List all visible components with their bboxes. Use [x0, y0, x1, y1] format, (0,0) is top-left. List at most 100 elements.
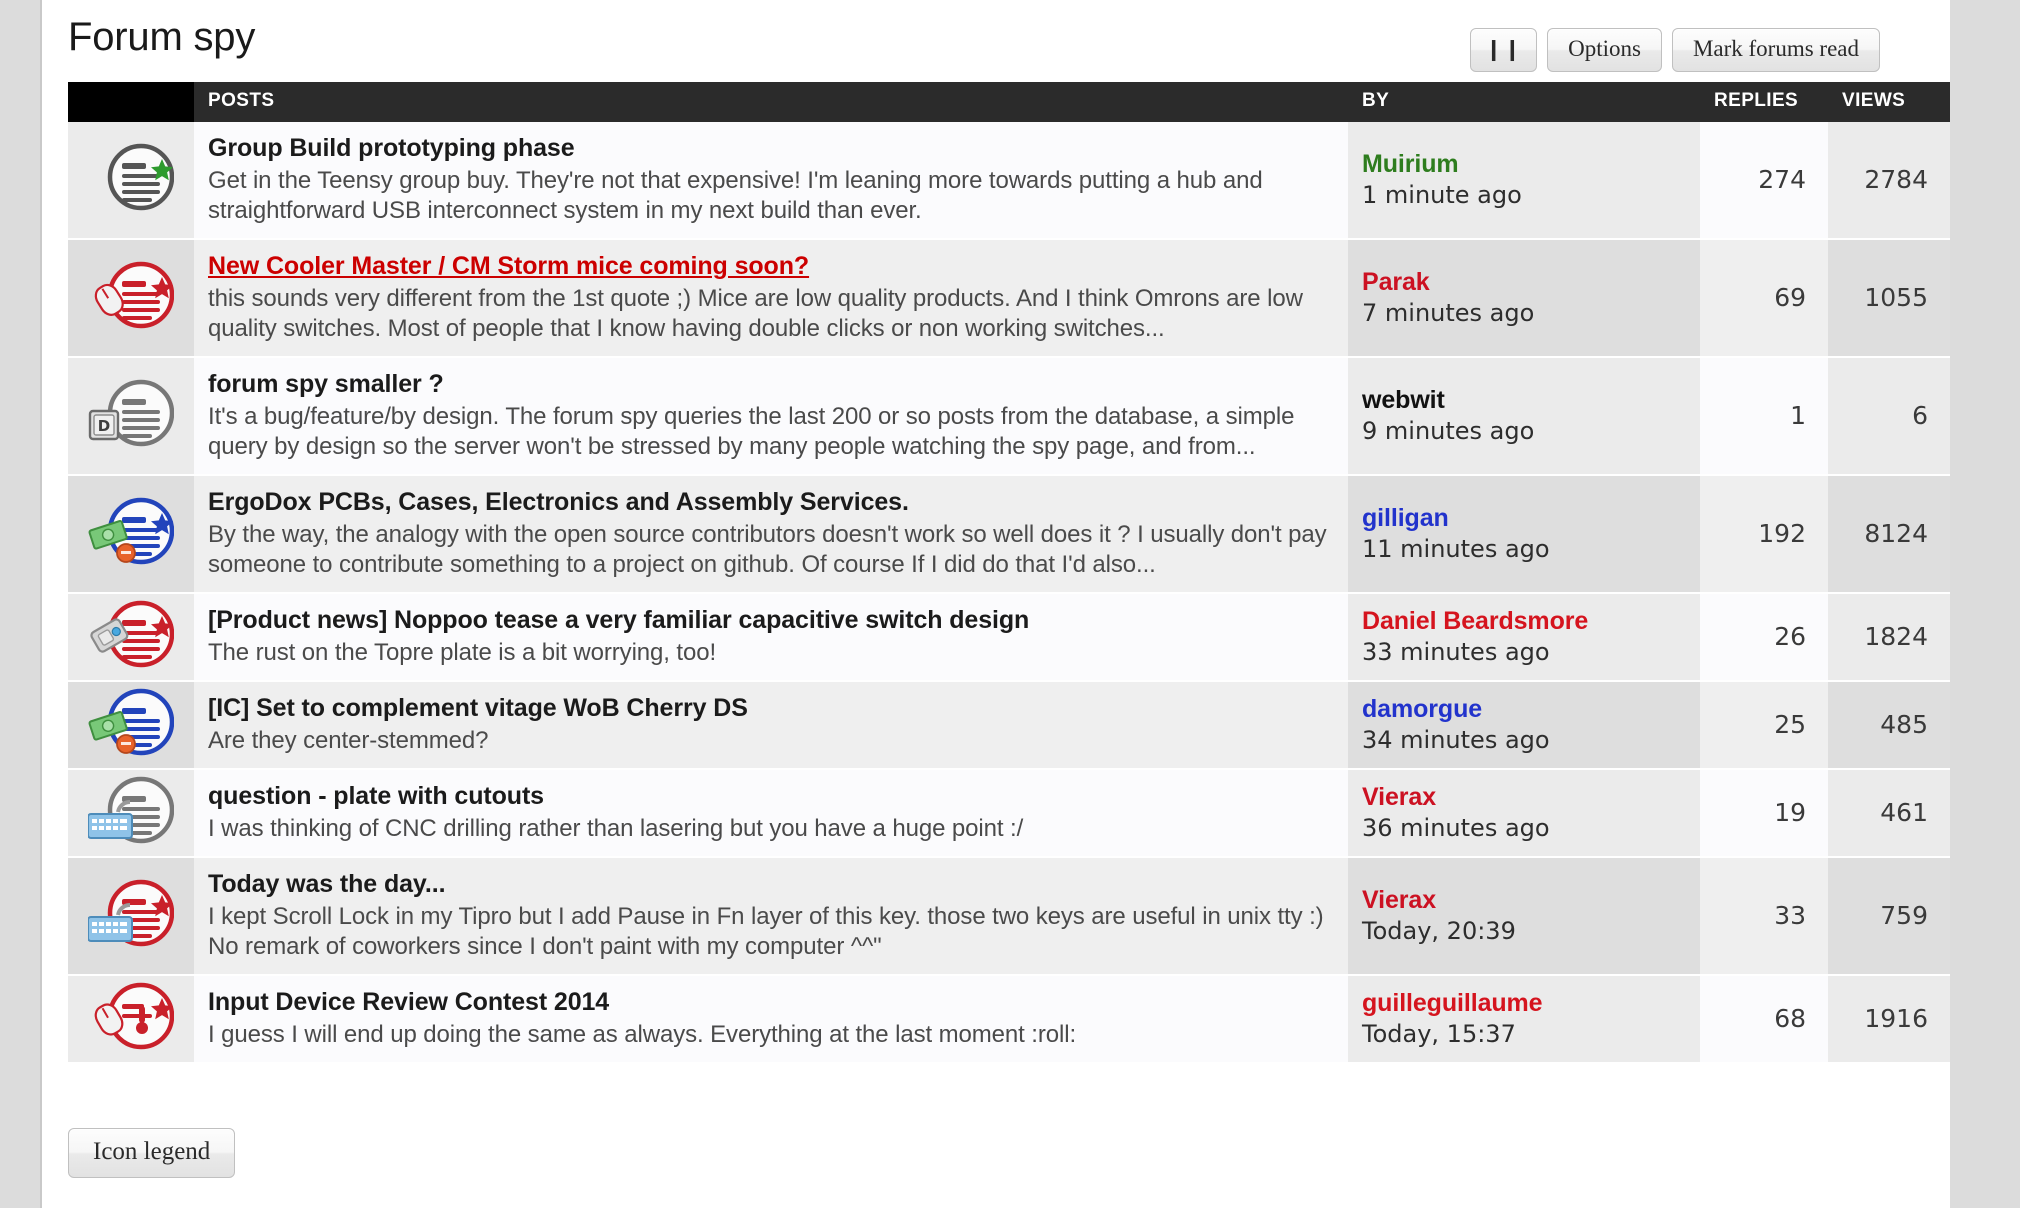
table-row[interactable]: Group Build prototyping phase Get in the… — [68, 122, 1950, 240]
author-name-link[interactable]: Vierax — [1362, 884, 1686, 916]
table-body: Group Build prototyping phase Get in the… — [68, 122, 1950, 1064]
post-timestamp: 36 minutes ago — [1362, 814, 1550, 842]
icon-legend-button[interactable]: Icon legend — [68, 1128, 236, 1178]
post-title-link[interactable]: [IC] Set to complement vitage WoB Cherry… — [208, 692, 748, 724]
row-post-cell: Input Device Review Contest 2014 I guess… — [194, 975, 1348, 1064]
row-icon-cell — [68, 769, 194, 858]
row-replies-cell: 26 — [1700, 593, 1828, 682]
table-row[interactable]: New Cooler Master / CM Storm mice coming… — [68, 239, 1950, 358]
row-icon-wrap[interactable] — [68, 873, 194, 959]
row-icon-wrap[interactable]: D — [68, 373, 194, 459]
row-icon-wrap[interactable] — [68, 682, 194, 768]
row-post-cell: Today was the day... I kept Scroll Lock … — [194, 857, 1348, 976]
post-snippet: I kept Scroll Lock in my Tipro but I add… — [208, 903, 1324, 960]
row-author-cell: damorgue 34 minutes ago — [1348, 681, 1700, 770]
table-header: POSTS BY REPLIES VIEWS — [68, 82, 1950, 122]
forum-spy-page: Forum spy ❙❙ Options Mark forums read PO… — [0, 0, 2020, 1208]
author-name-link[interactable]: damorgue — [1362, 693, 1686, 725]
post-timestamp: 9 minutes ago — [1362, 417, 1535, 445]
author-name-link[interactable]: Parak — [1362, 266, 1686, 298]
row-author-cell: webwit 9 minutes ago — [1348, 357, 1700, 476]
row-icon-cell — [68, 593, 194, 682]
table-row[interactable]: Input Device Review Contest 2014 I guess… — [68, 975, 1950, 1064]
author-name-link[interactable]: Muirium — [1362, 148, 1686, 180]
row-views-cell: 8124 — [1828, 475, 1950, 594]
row-icon-wrap[interactable] — [68, 976, 194, 1062]
table-row[interactable]: question - plate with cutouts I was thin… — [68, 769, 1950, 858]
row-replies-cell: 274 — [1700, 122, 1828, 240]
post-snippet: The rust on the Topre plate is a bit wor… — [208, 639, 717, 666]
author-name-link[interactable]: webwit — [1362, 384, 1686, 416]
row-replies-cell: 1 — [1700, 357, 1828, 476]
row-icon-cell — [68, 475, 194, 594]
post-snippet: I was thinking of CNC drilling rather th… — [208, 815, 1024, 842]
row-post-cell: [Product news] Noppoo tease a very famil… — [194, 593, 1348, 682]
post-timestamp: Today, 20:39 — [1362, 917, 1516, 945]
forum-spy-table: POSTS BY REPLIES VIEWS Group Build proto… — [68, 82, 1950, 1064]
row-icon-wrap[interactable] — [68, 491, 194, 577]
post-snippet: I guess I will end up doing the same as … — [208, 1021, 1077, 1048]
post-title-link[interactable]: forum spy smaller ? — [208, 368, 444, 400]
row-icon-wrap[interactable] — [68, 770, 194, 856]
magnifier-doc-star-red-mouse-icon — [94, 261, 174, 329]
post-title-link[interactable]: Input Device Review Contest 2014 — [208, 986, 609, 1018]
row-author-cell: gilligan 11 minutes ago — [1348, 475, 1700, 594]
author-name-link[interactable]: Daniel Beardsmore — [1362, 605, 1686, 637]
post-title-link[interactable]: question - plate with cutouts — [208, 780, 544, 812]
row-icon-cell — [68, 857, 194, 976]
mark-forums-read-button[interactable]: Mark forums read — [1671, 28, 1880, 72]
table-row[interactable]: ErgoDox PCBs, Cases, Electronics and Ass… — [68, 475, 1950, 594]
row-icon-cell — [68, 122, 194, 240]
row-replies-cell: 192 — [1700, 475, 1828, 594]
row-replies-cell: 69 — [1700, 239, 1828, 358]
table-row[interactable]: [Product news] Noppoo tease a very famil… — [68, 593, 1950, 682]
column-header-icon — [68, 82, 194, 122]
row-views-cell: 2784 — [1828, 122, 1950, 240]
post-title-link[interactable]: Today was the day... — [208, 868, 446, 900]
post-title-link[interactable]: Group Build prototyping phase — [208, 132, 575, 164]
magnifier-doc-star-blue-money-icon — [88, 497, 174, 565]
row-post-cell: forum spy smaller ? It's a bug/feature/b… — [194, 357, 1348, 476]
table-row[interactable]: Today was the day... I kept Scroll Lock … — [68, 857, 1950, 976]
row-views-cell: 6 — [1828, 357, 1950, 476]
row-post-cell: [IC] Set to complement vitage WoB Cherry… — [194, 681, 1348, 770]
post-timestamp: 34 minutes ago — [1362, 726, 1550, 754]
magnifier-doc-blue-money-icon — [88, 688, 174, 756]
table-row[interactable]: [IC] Set to complement vitage WoB Cherry… — [68, 681, 1950, 770]
row-author-cell: guilleguillaume Today, 15:37 — [1348, 975, 1700, 1064]
row-icon-cell — [68, 239, 194, 358]
post-timestamp: 33 minutes ago — [1362, 638, 1550, 666]
post-title-link[interactable]: [Product news] Noppoo tease a very famil… — [208, 604, 1029, 636]
header-button-group: ❙❙ Options Mark forums read — [1469, 28, 1880, 72]
post-timestamp: 11 minutes ago — [1362, 535, 1550, 563]
post-snippet: Are they center-stemmed? — [208, 727, 489, 754]
row-icon-wrap[interactable] — [68, 255, 194, 341]
author-name-link[interactable]: Vierax — [1362, 781, 1686, 813]
post-title-link[interactable]: New Cooler Master / CM Storm mice coming… — [208, 250, 809, 282]
row-author-cell: Vierax Today, 20:39 — [1348, 857, 1700, 976]
post-title-link[interactable]: ErgoDox PCBs, Cases, Electronics and Ass… — [208, 486, 909, 518]
row-post-cell: Group Build prototyping phase Get in the… — [194, 122, 1348, 240]
row-icon-wrap[interactable] — [68, 594, 194, 680]
row-replies-cell: 68 — [1700, 975, 1828, 1064]
row-replies-cell: 25 — [1700, 681, 1828, 770]
page-header: Forum spy ❙❙ Options Mark forums read — [68, 6, 1950, 80]
row-icon-wrap[interactable] — [68, 137, 194, 223]
row-author-cell: Muirium 1 minute ago — [1348, 122, 1700, 240]
pause-button[interactable]: ❙❙ — [1469, 28, 1538, 72]
column-header-posts: POSTS — [194, 82, 1348, 122]
author-name-link[interactable]: guilleguillaume — [1362, 987, 1686, 1019]
row-post-cell: question - plate with cutouts I was thin… — [194, 769, 1348, 858]
row-views-cell: 759 — [1828, 857, 1950, 976]
options-button[interactable]: Options — [1547, 28, 1662, 72]
table-row[interactable]: D forum spy smaller ? It's a bug/feature… — [68, 357, 1950, 476]
row-views-cell: 1055 — [1828, 239, 1950, 358]
row-author-cell: Daniel Beardsmore 33 minutes ago — [1348, 593, 1700, 682]
row-views-cell: 1824 — [1828, 593, 1950, 682]
column-header-views: VIEWS — [1828, 82, 1950, 122]
author-name-link[interactable]: gilligan — [1362, 502, 1686, 534]
post-timestamp: 1 minute ago — [1362, 181, 1522, 209]
row-author-cell: Parak 7 minutes ago — [1348, 239, 1700, 358]
magnifier-doc-keycap-d-grey-icon: D — [88, 379, 174, 447]
magnifier-doc-star-red-switch-icon — [90, 600, 174, 668]
